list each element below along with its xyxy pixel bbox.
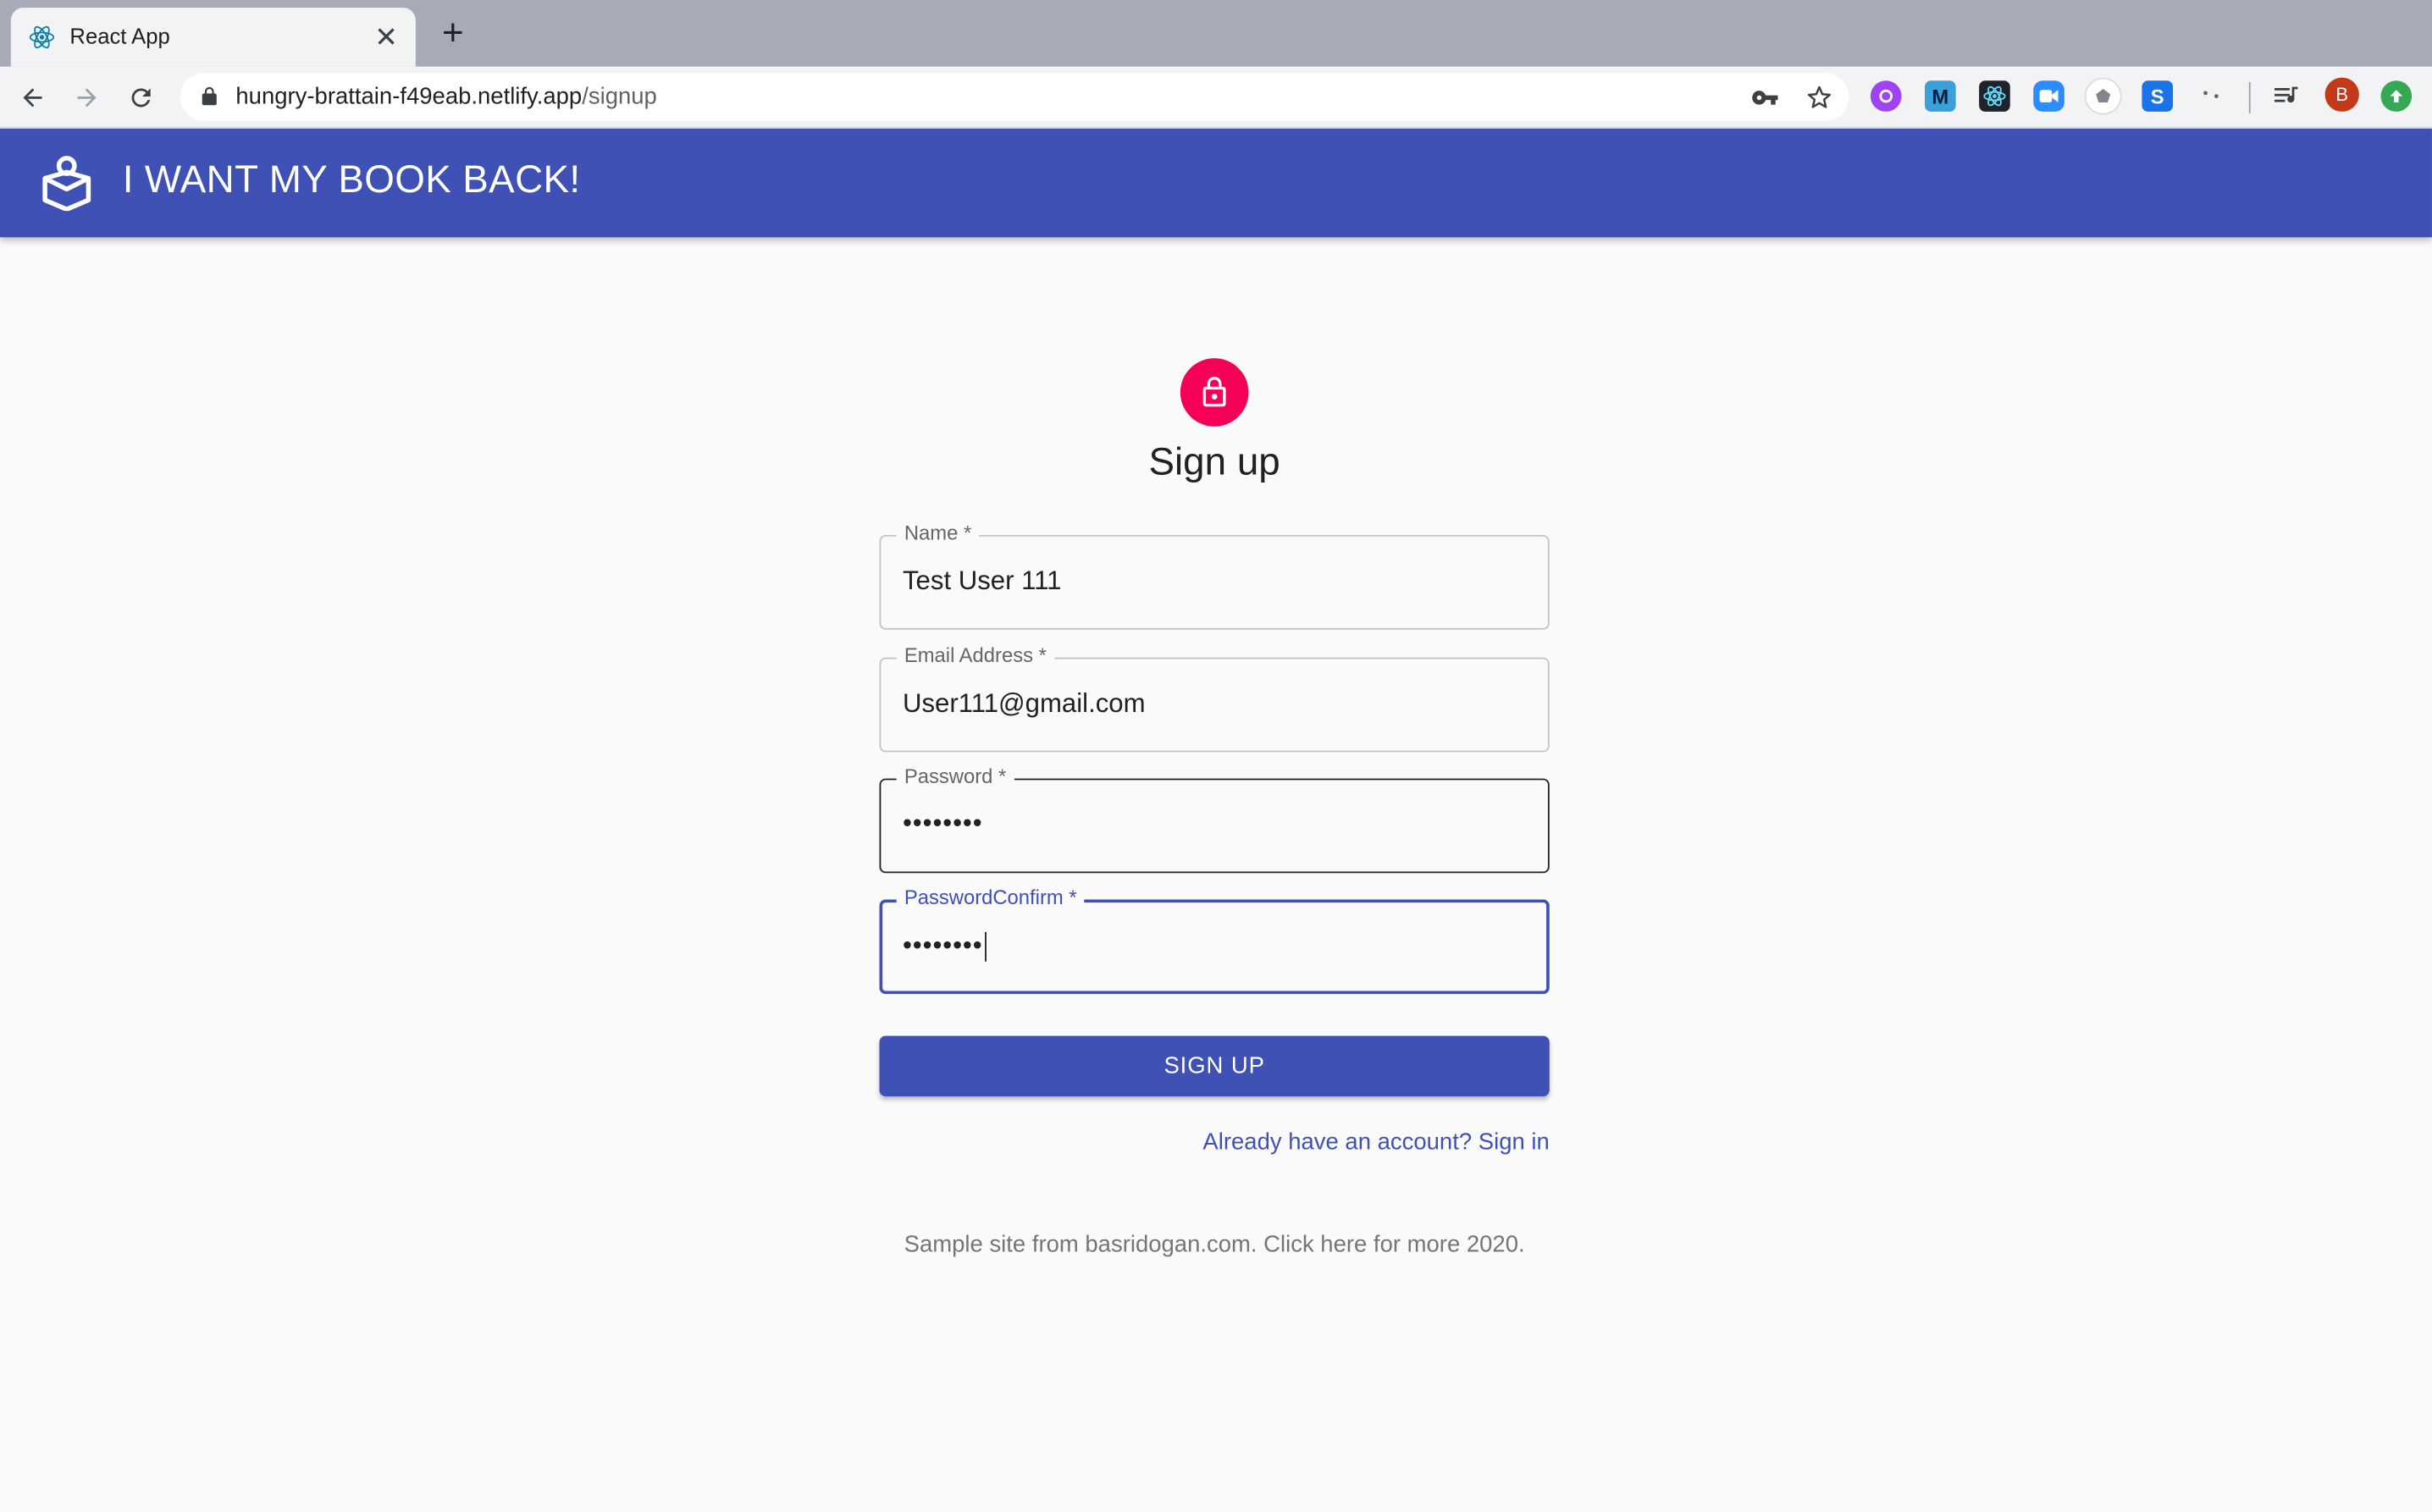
footer-text[interactable]: Sample site from basridogan.com. Click h… <box>724 1231 1705 1257</box>
extension-dots-icon[interactable] <box>2197 80 2228 112</box>
browser-tab-strip: React App ✕ + <box>0 0 2432 67</box>
url-host: hungry-brattain-f49eab.netlify.app <box>235 83 583 111</box>
new-tab-icon[interactable]: + <box>434 14 472 52</box>
lock-avatar <box>1180 358 1249 427</box>
email-field-label: Email Address * <box>896 643 1055 667</box>
zoom-extension-icon[interactable] <box>2033 80 2064 112</box>
app-title: I WANT MY BOOK BACK! <box>122 157 581 202</box>
page: React App ✕ + hungry-brattain-f49eab.net… <box>0 0 2432 1512</box>
extension-puzzle-icon[interactable] <box>2086 79 2120 113</box>
email-input[interactable]: User111@gmail.com <box>903 688 1146 720</box>
browser-tab[interactable]: React App ✕ <box>10 8 416 67</box>
url-text[interactable]: hungry-brattain-f49eab.netlify.app/signu… <box>235 84 656 110</box>
toolbar-divider <box>2248 82 2251 113</box>
lock-outline-icon <box>1202 376 1226 407</box>
book-reader-icon <box>42 156 91 212</box>
password-confirm-value: •••••••• <box>902 930 983 960</box>
url-path: /signup <box>582 83 657 111</box>
text-caret <box>984 931 987 962</box>
password-field-label: Password * <box>896 764 1014 788</box>
reload-button[interactable] <box>121 78 162 119</box>
key-icon[interactable] <box>1749 82 1781 113</box>
email-field[interactable]: Email Address * User111@gmail.com <box>879 643 1550 753</box>
password-input[interactable]: •••••••• <box>903 808 983 839</box>
tab-title: React App <box>69 23 170 48</box>
name-input[interactable]: Test User 111 <box>903 566 1061 598</box>
update-icon[interactable] <box>2380 80 2413 112</box>
extension-s-icon[interactable]: S <box>2142 80 2174 112</box>
password-confirm-field-label: PasswordConfirm * <box>896 885 1085 909</box>
password-confirm-field[interactable]: PasswordConfirm * •••••••• <box>879 885 1550 995</box>
bookmark-star-icon[interactable] <box>1804 82 1835 113</box>
arrow-left-icon <box>23 88 42 108</box>
app-bar: I WANT MY BOOK BACK! <box>0 129 2432 238</box>
media-controls-icon[interactable] <box>2270 80 2302 112</box>
close-tab-icon[interactable]: ✕ <box>369 20 403 54</box>
sign-in-link[interactable]: Already have an account? Sign in <box>880 1129 1549 1156</box>
password-confirm-input[interactable]: •••••••• <box>902 930 987 962</box>
profile-avatar[interactable]: B <box>2324 77 2359 112</box>
address-bar[interactable]: hungry-brattain-f49eab.netlify.app/signu… <box>180 73 1849 121</box>
sign-up-button[interactable]: SIGN UP <box>879 1035 1550 1097</box>
page-title: Sign up <box>1148 440 1280 484</box>
password-field[interactable]: Password * •••••••• <box>879 764 1550 874</box>
name-field[interactable]: Name * Test User 111 <box>879 521 1550 630</box>
lock-icon <box>202 86 217 106</box>
extension-purple-icon[interactable] <box>1870 80 1902 112</box>
react-logo-icon <box>29 25 55 49</box>
extension-m-icon[interactable]: M <box>1925 80 1956 112</box>
react-devtools-icon[interactable] <box>1979 80 2010 112</box>
back-button[interactable] <box>13 78 53 119</box>
arrow-right-icon <box>77 88 97 108</box>
reload-icon <box>131 88 151 108</box>
forward-button[interactable] <box>67 78 108 119</box>
name-field-label: Name * <box>896 521 980 544</box>
browser-toolbar: hungry-brattain-f49eab.netlify.app/signu… <box>0 66 2432 130</box>
